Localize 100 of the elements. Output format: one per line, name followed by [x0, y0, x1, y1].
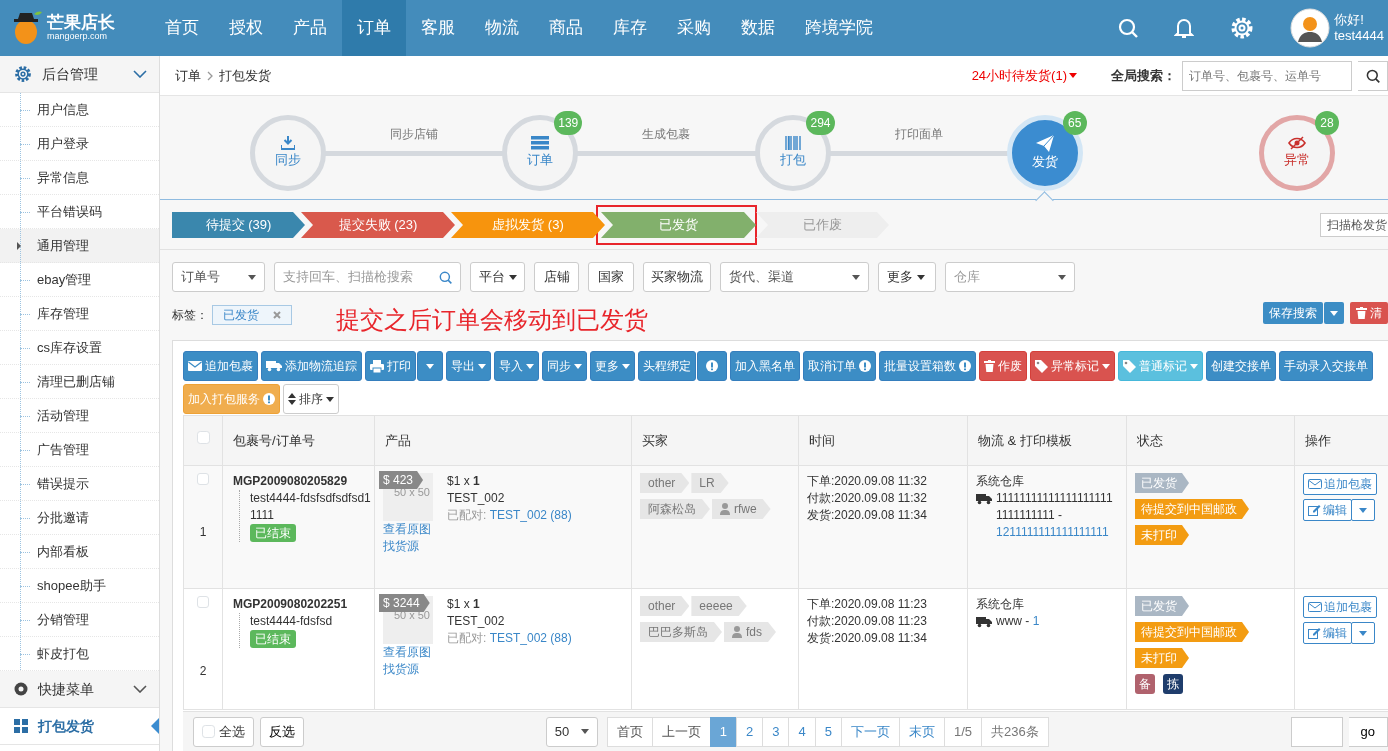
toolbar-button[interactable]: 头程绑定	[638, 351, 696, 381]
invert-selection-button[interactable]: 反选	[260, 716, 304, 747]
toolbar-button[interactable]: 添加物流追踪	[261, 351, 362, 381]
toolbar-button[interactable]: 导入	[494, 351, 539, 381]
scan-ship-button[interactable]: 扫描枪发货	[1320, 213, 1388, 237]
dropdown-toggle-button[interactable]	[1324, 302, 1344, 324]
sidebar-item[interactable]: 异常信息	[0, 161, 159, 195]
matched-link[interactable]: TEST_002 (88)	[489, 631, 572, 645]
toolbar-button[interactable]: 导出	[446, 351, 491, 381]
page-link[interactable]: 2	[736, 716, 764, 747]
toolbar-button[interactable]: 加入黑名单	[730, 351, 800, 381]
edit-button[interactable]: 编辑	[1303, 622, 1352, 644]
sidebar-item[interactable]: 分批邀请	[0, 501, 159, 535]
sidebar-item[interactable]: 错误提示	[0, 467, 159, 501]
sidebar-item[interactable]: 活动管理	[0, 399, 159, 433]
page-link[interactable]: 上一页	[651, 716, 711, 747]
sidebar-item[interactable]: 分销管理	[0, 603, 159, 637]
page-link[interactable]: 4	[788, 716, 816, 747]
bell-icon[interactable]	[1174, 17, 1195, 39]
sidebar-item[interactable]: 用户登录	[0, 127, 159, 161]
page-link[interactable]: 下一页	[840, 716, 900, 747]
toolbar-button[interactable]: 排序	[283, 384, 339, 414]
page-link[interactable]: 3	[762, 716, 790, 747]
page-link[interactable]: 首页	[606, 716, 653, 747]
sidebar-item[interactable]: shopee助手	[0, 569, 159, 603]
sidebar-item[interactable]: cs库存设置	[0, 331, 159, 365]
toolbar-button[interactable]: 取消订单	[803, 351, 876, 381]
sidebar-group[interactable]: 后台管理	[0, 56, 159, 93]
page-link[interactable]: 1	[709, 716, 737, 747]
filter-tag[interactable]: 已发货	[212, 305, 292, 325]
search-button[interactable]	[1358, 60, 1388, 91]
nav-tab[interactable]: 首页	[150, 0, 214, 56]
sidebar-item[interactable]: 用户信息	[0, 93, 159, 127]
toolbar-button[interactable]: 追加包裹	[183, 351, 258, 381]
nav-tab[interactable]: 跨境学院	[790, 0, 888, 56]
nav-tab[interactable]: 授权	[214, 0, 278, 56]
matched-link[interactable]: TEST_002 (88)	[489, 508, 572, 522]
sidebar-item[interactable]: ebay管理	[0, 263, 159, 297]
pending-alert-link[interactable]: 24小时待发货(1)	[971, 65, 1077, 86]
link[interactable]: 找货源	[383, 661, 435, 678]
filter-button[interactable]: 店铺	[534, 262, 579, 292]
toolbar-button[interactable]: 更多	[590, 351, 635, 381]
sidebar-item[interactable]: 内部看板	[0, 535, 159, 569]
avatar[interactable]	[1290, 8, 1331, 48]
info-button[interactable]	[697, 351, 727, 381]
toolbar-button[interactable]: 打印	[365, 351, 416, 381]
page-number-field[interactable]	[1290, 716, 1343, 747]
sidebar-item[interactable]: 通用管理	[0, 229, 159, 263]
toolbar-button[interactable]: 异常标记	[1030, 351, 1115, 381]
tracking-link[interactable]: 1211111111111111111	[996, 525, 1109, 539]
dropdown-toggle-button[interactable]	[1351, 622, 1375, 644]
workflow-step[interactable]: 同步	[250, 115, 326, 191]
toolbar-button[interactable]: 批量设置箱数	[879, 351, 976, 381]
select-all-button[interactable]: 全选	[193, 716, 254, 747]
add-package-button[interactable]: 追加包裹	[1303, 596, 1377, 618]
nav-tab[interactable]: 客服	[406, 0, 470, 56]
nav-tab[interactable]: 数据	[726, 0, 790, 56]
tracking-link[interactable]: 1	[1032, 614, 1040, 628]
nav-tab[interactable]: 订单	[342, 0, 406, 56]
toolbar-button[interactable]: 手动录入交接单	[1279, 351, 1373, 381]
row-checkbox[interactable]	[197, 596, 209, 608]
search-field[interactable]: 支持回车、扫描枪搜索	[274, 262, 461, 292]
edit-button[interactable]: 编辑	[1303, 499, 1352, 521]
filter-dropdown[interactable]: 平台	[470, 262, 525, 292]
toolbar-button[interactable]: 普通标记	[1118, 351, 1203, 381]
status-tab[interactable]: 提交失败 (23)	[301, 212, 455, 238]
nav-tab[interactable]: 采购	[662, 0, 726, 56]
global-search-field[interactable]: 订单号、包裹号、运单号	[1182, 60, 1352, 91]
breadcrumb-link[interactable]: 订单	[175, 65, 201, 86]
checkbox[interactable]	[202, 725, 215, 738]
link[interactable]: 找货源	[383, 538, 435, 555]
nav-tab[interactable]: 物流	[470, 0, 534, 56]
status-tab[interactable]: 虚拟发货 (3)	[451, 212, 605, 238]
nav-tab[interactable]: 产品	[278, 0, 342, 56]
filter-dropdown[interactable]: 更多	[878, 262, 936, 292]
breadcrumb-link[interactable]: 打包发货	[219, 65, 271, 86]
select-field[interactable]: 仓库	[945, 262, 1075, 292]
save-search-button[interactable]: 保存搜索	[1263, 302, 1323, 324]
status-tab[interactable]: 已发货	[601, 212, 756, 238]
page-link[interactable]: 5	[814, 716, 842, 747]
nav-tab[interactable]: 商品	[534, 0, 598, 56]
nav-tab[interactable]: 库存	[598, 0, 662, 56]
link[interactable]: 查看原图	[383, 521, 435, 538]
add-package-button[interactable]: 追加包裹	[1303, 473, 1377, 495]
dropdown-toggle-button[interactable]	[417, 351, 443, 381]
status-tab[interactable]: 待提交 (39)	[172, 212, 305, 238]
sidebar-item[interactable]: 广告管理	[0, 433, 159, 467]
toolbar-button[interactable]: 同步	[542, 351, 587, 381]
filter-button[interactable]: 买家物流	[643, 262, 711, 292]
toolbar-button[interactable]: 作废	[979, 351, 1027, 381]
select-field[interactable]: 订单号	[172, 262, 265, 292]
row-checkbox[interactable]	[197, 473, 209, 485]
select-all-checkbox[interactable]	[196, 430, 210, 444]
sidebar-item[interactable]: 清理已删店铺	[0, 365, 159, 399]
dropdown-toggle-button[interactable]	[1351, 499, 1375, 521]
select-field[interactable]: 货代、渠道	[720, 262, 869, 292]
clear-button[interactable]: 清	[1350, 302, 1388, 324]
search-icon[interactable]	[1118, 18, 1139, 38]
filter-button[interactable]: 国家	[588, 262, 634, 292]
page-size-select[interactable]: 50	[545, 716, 598, 747]
